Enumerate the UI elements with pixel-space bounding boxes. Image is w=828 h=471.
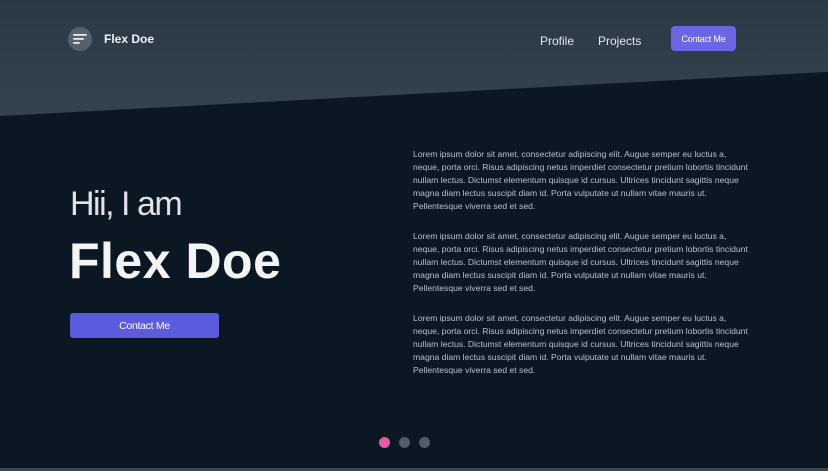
- hero-name: Flex Doe: [69, 233, 282, 289]
- carousel-pagination: [379, 437, 430, 448]
- intro-paragraph-3: Lorem ipsum dolor sit amet, consectetur …: [413, 313, 748, 375]
- intro-paragraph-2: Lorem ipsum dolor sit amet, consectetur …: [413, 231, 748, 293]
- header-contact-button[interactable]: Contact Me: [671, 26, 736, 51]
- brand-logo[interactable]: Flex Doe: [68, 27, 154, 51]
- menu-lines-icon[interactable]: [68, 27, 92, 51]
- brand-name: Flex Doe: [104, 32, 155, 46]
- carousel-dot-1[interactable]: [379, 437, 390, 448]
- carousel-dot-3[interactable]: [419, 437, 430, 448]
- intro-paragraph-1: Lorem ipsum dolor sit amet, consectetur …: [413, 149, 748, 211]
- carousel-dot-2[interactable]: [399, 437, 410, 448]
- hero-greeting: Hii, I am: [70, 185, 183, 223]
- nav-link-projects[interactable]: Projects: [598, 34, 641, 48]
- header-background: [0, 0, 828, 116]
- hero-contact-button[interactable]: Contact Me: [70, 313, 219, 338]
- nav-link-profile[interactable]: Profile: [540, 34, 574, 48]
